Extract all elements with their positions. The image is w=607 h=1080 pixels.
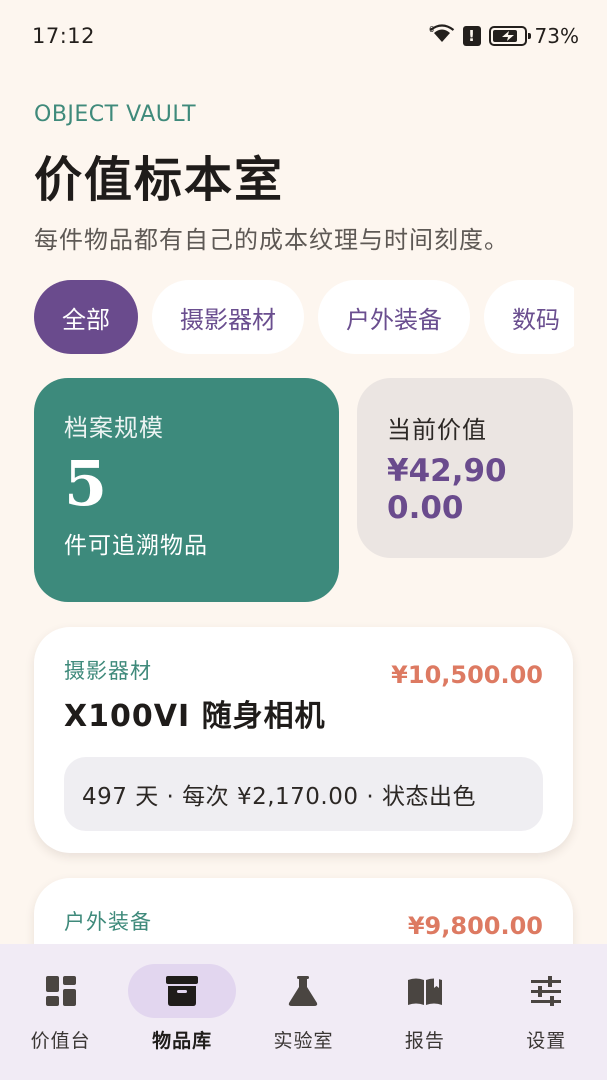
battery-icon (488, 26, 531, 46)
nav-label: 设置 (526, 1030, 567, 1052)
item-card[interactable]: 摄影器材 ¥10,500.00 X100VI 随身相机 497 天 · 每次 ¥… (34, 627, 573, 853)
current-value-label: 当前价值 (387, 416, 487, 444)
current-value-amount: ¥42,900.00 (387, 453, 507, 527)
dashboard-icon (7, 964, 115, 1018)
item-name: X100VI 随身相机 (64, 699, 326, 734)
nav-label: 实验室 (273, 1030, 334, 1052)
archive-scale-card: 档案规模 5 件可追溯物品 (34, 378, 339, 602)
nav-label: 物品库 (152, 1030, 213, 1052)
status-icons: 6 ! 73% (429, 24, 579, 48)
page-title: 价值标本室 (34, 152, 285, 208)
flask-icon (249, 964, 357, 1018)
filter-chip-row[interactable]: 全部 摄影器材 户外装备 数码 (34, 280, 574, 354)
current-value-card: 当前价值 ¥42,900.00 (357, 378, 573, 558)
item-price: ¥9,800.00 (407, 912, 543, 940)
filter-chip-photography[interactable]: 摄影器材 (152, 280, 304, 354)
battery-percent: 73% (534, 24, 579, 48)
nav-item-reports[interactable]: 报告 (364, 964, 485, 1080)
nav-label: 价值台 (30, 1030, 91, 1052)
eyebrow-label: OBJECT VAULT (34, 102, 197, 127)
filter-chip-digital[interactable]: 数码 (484, 280, 574, 354)
status-time: 17:12 (32, 24, 96, 48)
nav-item-settings[interactable]: 设置 (486, 964, 607, 1080)
archive-scale-caption: 件可追溯物品 (64, 533, 208, 560)
archive-box-icon (128, 964, 237, 1018)
wifi-icon: 6 (429, 24, 455, 48)
sliders-icon (492, 964, 600, 1018)
archive-scale-label: 档案规模 (64, 414, 164, 442)
item-meta: 497 天 · 每次 ¥2,170.00 · 状态出色 (64, 757, 543, 831)
filter-chip-all[interactable]: 全部 (34, 280, 138, 354)
filter-chip-outdoor[interactable]: 户外装备 (318, 280, 470, 354)
nav-item-dashboard[interactable]: 价值台 (0, 964, 121, 1080)
archive-scale-count: 5 (64, 447, 108, 520)
item-price: ¥10,500.00 (391, 661, 543, 689)
nav-item-lab[interactable]: 实验室 (243, 964, 364, 1080)
nav-label: 报告 (404, 1030, 445, 1052)
bottom-nav: 价值台 物品库 实验室 报告 设置 (0, 944, 607, 1080)
nav-item-inventory[interactable]: 物品库 (122, 964, 243, 1080)
open-book-icon (371, 964, 479, 1018)
page-subtitle: 每件物品都有自己的成本纹理与时间刻度。 (34, 226, 509, 254)
svg-text:6: 6 (429, 25, 434, 34)
status-bar: 17:12 6 ! 73% (0, 0, 607, 72)
alert-icon: ! (462, 26, 481, 46)
